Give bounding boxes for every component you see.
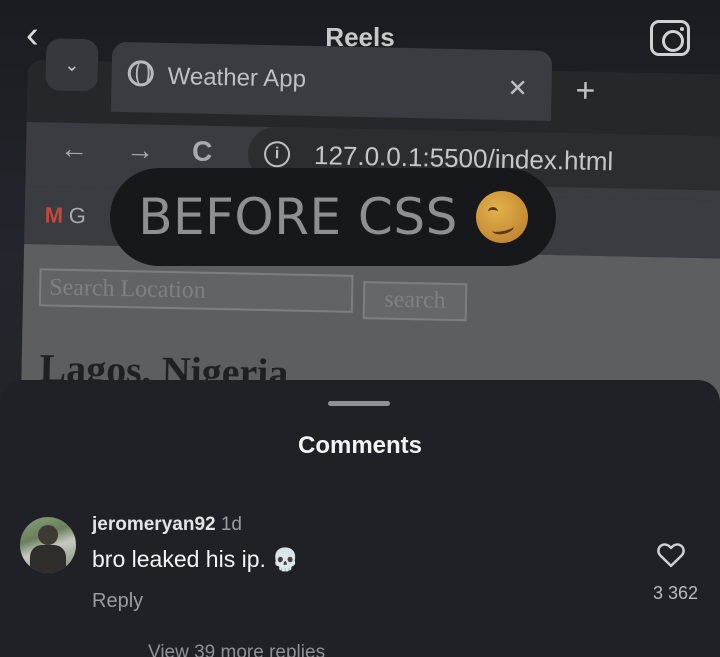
caption-text: BEFORE CSS bbox=[138, 188, 458, 246]
view-more-replies-button[interactable]: View 39 more replies bbox=[148, 642, 325, 657]
search-button: search bbox=[362, 281, 468, 322]
tab-title: Weather App bbox=[167, 62, 307, 93]
new-tab-icon: + bbox=[575, 71, 596, 110]
comments-sheet: Comments jeromeryan92 1d bro leaked his … bbox=[0, 380, 720, 657]
comment-author[interactable]: jeromeryan92 1d bbox=[92, 514, 242, 536]
bookmark-label: G bbox=[68, 202, 87, 229]
comments-title: Comments bbox=[297, 432, 423, 459]
comment-text: bro leaked his ip. bbox=[92, 546, 266, 572]
forward-arrow-icon: → bbox=[125, 134, 155, 166]
avatar[interactable] bbox=[20, 517, 76, 573]
like-count: 3 362 bbox=[652, 583, 698, 603]
camera-icon[interactable] bbox=[650, 20, 690, 56]
comment-body: bro leaked his ip. 💀 bbox=[92, 546, 299, 573]
reply-button[interactable]: Reply bbox=[92, 590, 143, 613]
heart-icon[interactable] bbox=[656, 540, 686, 568]
skull-emoji-icon: 💀 bbox=[271, 548, 300, 573]
tab-close-icon: ✕ bbox=[507, 75, 528, 103]
username[interactable]: jeromeryan92 bbox=[92, 514, 216, 535]
browser-tab: Weather App ✕ bbox=[110, 41, 553, 121]
reels-title: Reels bbox=[325, 22, 395, 52]
gmail-icon: M bbox=[44, 202, 64, 228]
globe-icon bbox=[127, 60, 155, 87]
woozy-face-emoji-icon bbox=[475, 191, 528, 243]
site-info-icon: i bbox=[263, 140, 291, 168]
comment-time: 1d bbox=[220, 514, 242, 535]
caption-sticker: BEFORE CSS bbox=[110, 168, 556, 266]
search-location-input: Search Location bbox=[38, 268, 354, 313]
back-arrow-icon: ← bbox=[59, 132, 89, 165]
sheet-drag-handle[interactable] bbox=[328, 401, 390, 406]
reload-icon: C bbox=[191, 135, 213, 167]
